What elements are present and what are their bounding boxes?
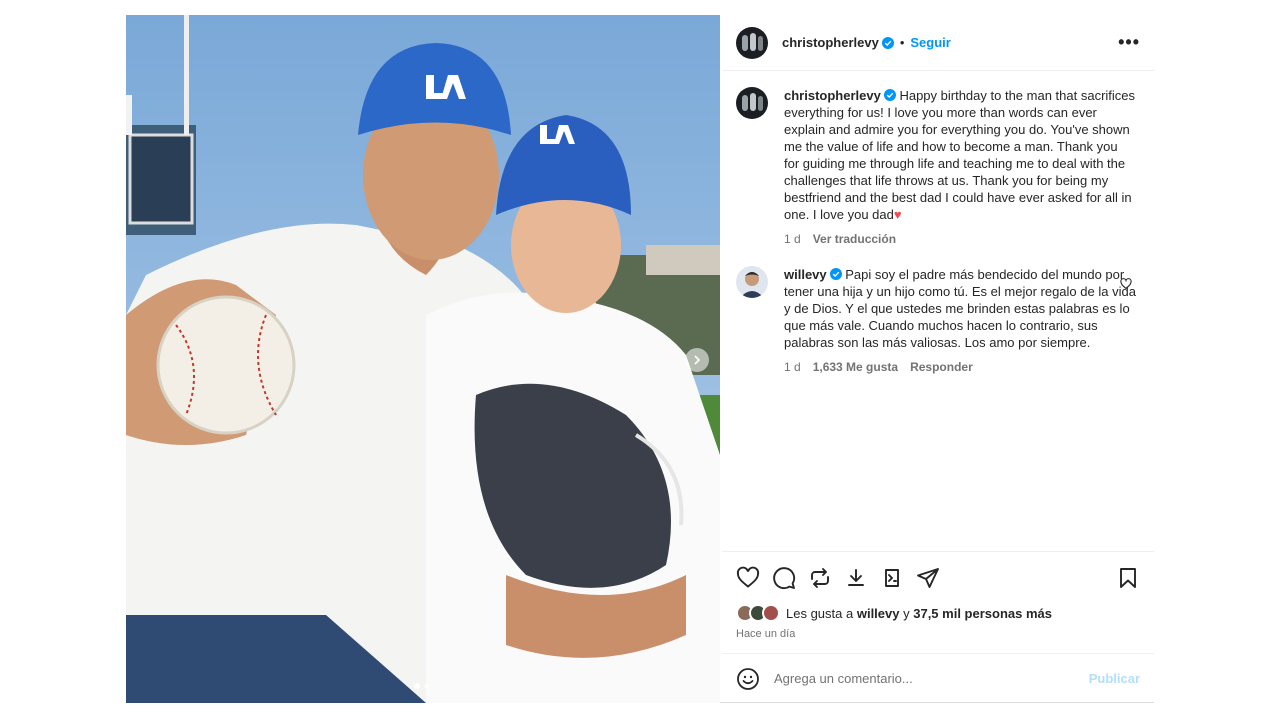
heart-icon[interactable] (736, 566, 760, 590)
photo-illustration (126, 15, 720, 703)
comment-like-heart-icon[interactable] (1120, 278, 1132, 290)
carousel-dot (424, 683, 430, 689)
carousel-indicator (414, 683, 430, 689)
likes-summary: Les gusta a willevy y 37,5 mil personas … (736, 604, 1140, 622)
comment-body: willevy Papi soy el padre más bendecido … (784, 266, 1136, 376)
liker-avatar (762, 604, 780, 622)
screen-icon[interactable] (880, 566, 904, 590)
post-timestamp[interactable]: Hace un día (736, 628, 1140, 640)
comment-time[interactable]: 1 d (784, 359, 801, 376)
follow-button[interactable]: Seguir (910, 35, 950, 50)
comment-row: willevy Papi soy el padre más bendecido … (736, 266, 1140, 376)
publish-comment-button[interactable]: Publicar (1089, 671, 1140, 686)
emoji-icon[interactable] (736, 667, 760, 691)
caption-time[interactable]: 1 d (784, 231, 801, 248)
repost-icon[interactable] (808, 566, 832, 590)
share-icon[interactable] (916, 566, 940, 590)
commenter-avatar[interactable] (736, 266, 768, 298)
see-translation-link[interactable]: Ver traducción (813, 231, 896, 248)
likes-connector: y (903, 605, 910, 621)
likes-prefix: Les gusta a (786, 605, 854, 621)
likes-others[interactable]: 37,5 mil personas más (913, 606, 1052, 621)
reply-button[interactable]: Responder (910, 359, 973, 376)
caption-body: christopherlevy Happy birthday to the ma… (784, 87, 1136, 248)
red-heart-emoji: ♥ (893, 207, 902, 222)
separator-bullet: • (899, 35, 905, 50)
comments-section: christopherlevy Happy birthday to the ma… (722, 71, 1154, 376)
post-header: christopherlevy • Seguir ••• (722, 15, 1154, 71)
bookmark-icon[interactable] (1116, 566, 1140, 590)
comment-text-block: willevy Papi soy el padre más bendecido … (784, 266, 1136, 351)
caption-row: christopherlevy Happy birthday to the ma… (736, 87, 1140, 248)
post-photo[interactable] (126, 15, 720, 703)
author-name-group: christopherlevy • Seguir (782, 35, 951, 50)
download-icon[interactable] (844, 566, 868, 590)
verified-icon (883, 89, 896, 101)
caption-author-avatar[interactable] (736, 87, 768, 119)
verified-icon (881, 36, 894, 49)
post-container: christopherlevy • Seguir ••• christopher… (126, 15, 1154, 703)
author-avatar[interactable] (736, 26, 768, 59)
more-options-icon[interactable]: ••• (1118, 32, 1140, 53)
action-icons-bar (736, 566, 1140, 590)
likers-facepile[interactable] (736, 604, 780, 622)
author-username[interactable]: christopherlevy (782, 35, 879, 50)
add-comment-bar: Publicar (722, 653, 1154, 703)
post-details-panel: christopherlevy • Seguir ••• christopher… (722, 15, 1154, 703)
verified-icon (829, 268, 842, 280)
comment-username[interactable]: willevy (784, 267, 827, 282)
chevron-right-icon (694, 355, 701, 365)
comment-input[interactable] (774, 671, 1089, 686)
caption-username[interactable]: christopherlevy (784, 88, 881, 103)
comment-likes-count[interactable]: 1,633 Me gusta (813, 359, 898, 376)
comment-meta: 1 d 1,633 Me gusta Responder (784, 359, 1136, 376)
commenter-avatar-image (740, 272, 764, 298)
likes-user[interactable]: willevy (857, 606, 900, 621)
caption-meta: 1 d Ver traducción (784, 231, 1136, 248)
next-photo-button[interactable] (685, 348, 709, 372)
caption-text-block: christopherlevy Happy birthday to the ma… (784, 87, 1136, 223)
caption-text: Happy birthday to the man that sacrifice… (784, 88, 1136, 222)
post-actions: Les gusta a willevy y 37,5 mil personas … (722, 551, 1154, 640)
carousel-dot-active (414, 683, 420, 689)
comment-icon[interactable] (772, 566, 796, 590)
